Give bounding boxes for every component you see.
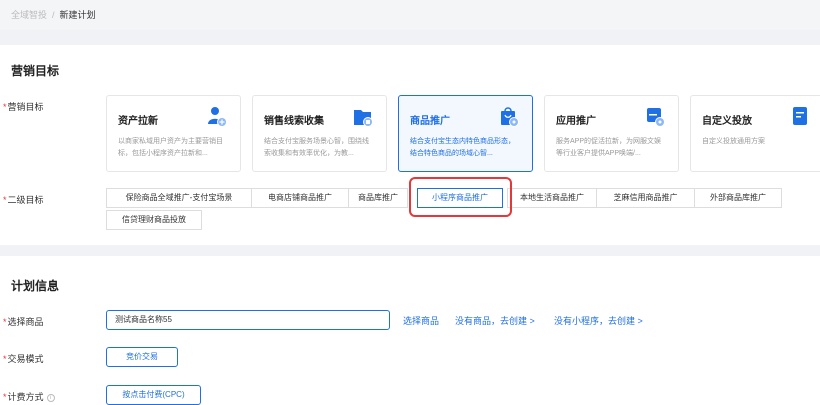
secondary-option-sesame-credit[interactable]: 芝麻信用商品推广 — [596, 188, 695, 208]
top-bar: 全域智投 / 新建计划 — [0, 0, 820, 30]
plan-section-title: 计划信息 — [11, 279, 60, 293]
secondary-option-ecommerce[interactable]: 电商店铺商品推广 — [251, 188, 349, 208]
goal-title: 商品推广 — [410, 116, 450, 127]
breadcrumb: 全域智投 / 新建计划 — [11, 8, 96, 21]
bidding-trade-button[interactable]: 竞价交易 — [106, 347, 178, 367]
info-icon[interactable]: i — [46, 393, 55, 402]
selection-highlight — [409, 177, 512, 217]
trade-mode-label: *交易模式 — [3, 354, 44, 364]
breadcrumb-current: 新建计划 — [59, 10, 96, 20]
create-product-link[interactable]: 没有商品，去创建 > — [455, 314, 535, 327]
goal-card-leads[interactable]: 销售线索收集 结合支付宝服务场景心智，围绕线索收集和有效率优化，为教... — [252, 95, 387, 172]
goal-card-product[interactable]: 商品推广 结合支付宝生态内特色商品形态，结合特色商品的场域心智... — [398, 95, 533, 172]
shopping-bag-icon — [501, 107, 519, 127]
secondary-option-insurance[interactable]: 保险商品全域推广-支付宝场景 — [106, 188, 252, 208]
goal-title: 资产拉新 — [118, 116, 158, 127]
select-product-link[interactable]: 选择商品 — [403, 314, 439, 327]
users-add-icon — [208, 107, 227, 127]
goal-title: 应用推广 — [556, 116, 596, 127]
goal-desc: 以商家私域用户资产为主要营销目标，包括小程序资产拉新和... — [118, 138, 223, 157]
document-icon — [793, 107, 807, 125]
secondary-option-external-library[interactable]: 外部商品库推广 — [694, 188, 782, 208]
product-label: *选择商品 — [3, 317, 44, 327]
marketing-section-title: 营销目标 — [11, 64, 60, 78]
goal-title: 销售线索收集 — [264, 116, 324, 127]
cpc-billing-button[interactable]: 按点击付费(CPC) — [106, 385, 201, 405]
goal-card-app[interactable]: 应用推广 服务APP的促活拉新，为网服文娱等行业客户提供APP唤端/... — [544, 95, 679, 172]
secondary-goal-label: *二级目标 — [3, 195, 44, 205]
secondary-option-credit-finance[interactable]: 信贷理财商品投放 — [106, 210, 202, 230]
breadcrumb-parent[interactable]: 全域智投 — [11, 10, 47, 20]
app-icon — [647, 108, 665, 127]
secondary-option-local-life[interactable]: 本地生活商品推广 — [507, 188, 597, 208]
folder-icon — [354, 110, 373, 127]
goal-card-asset[interactable]: 资产拉新 以商家私域用户资产为主要营销目标，包括小程序资产拉新和... — [106, 95, 241, 172]
create-miniapp-link[interactable]: 没有小程序，去创建 > — [554, 314, 643, 327]
plan-info-card: 计划信息 — [0, 256, 820, 405]
goal-desc: 服务APP的促活拉新，为网服文娱等行业客户提供APP唤端/... — [556, 138, 662, 157]
product-input[interactable]: 测试商品名称55 — [106, 310, 390, 330]
billing-label: *计费方式 i — [3, 390, 55, 403]
goal-title: 自定义投放 — [702, 116, 752, 127]
goal-desc: 结合支付宝服务场景心智，围绕线索收集和有效率优化，为教... — [264, 138, 369, 157]
secondary-option-product-library[interactable]: 商品库推广 — [348, 188, 408, 208]
goal-card-custom[interactable]: 自定义投放 自定义投放通用方案 — [690, 95, 820, 172]
breadcrumb-separator: / — [52, 10, 55, 20]
goal-desc: 结合支付宝生态内特色商品形态，结合特色商品的场域心智... — [410, 138, 515, 157]
goal-label: *营销目标 — [3, 102, 44, 112]
goal-desc: 自定义投放通用方案 — [702, 138, 765, 145]
